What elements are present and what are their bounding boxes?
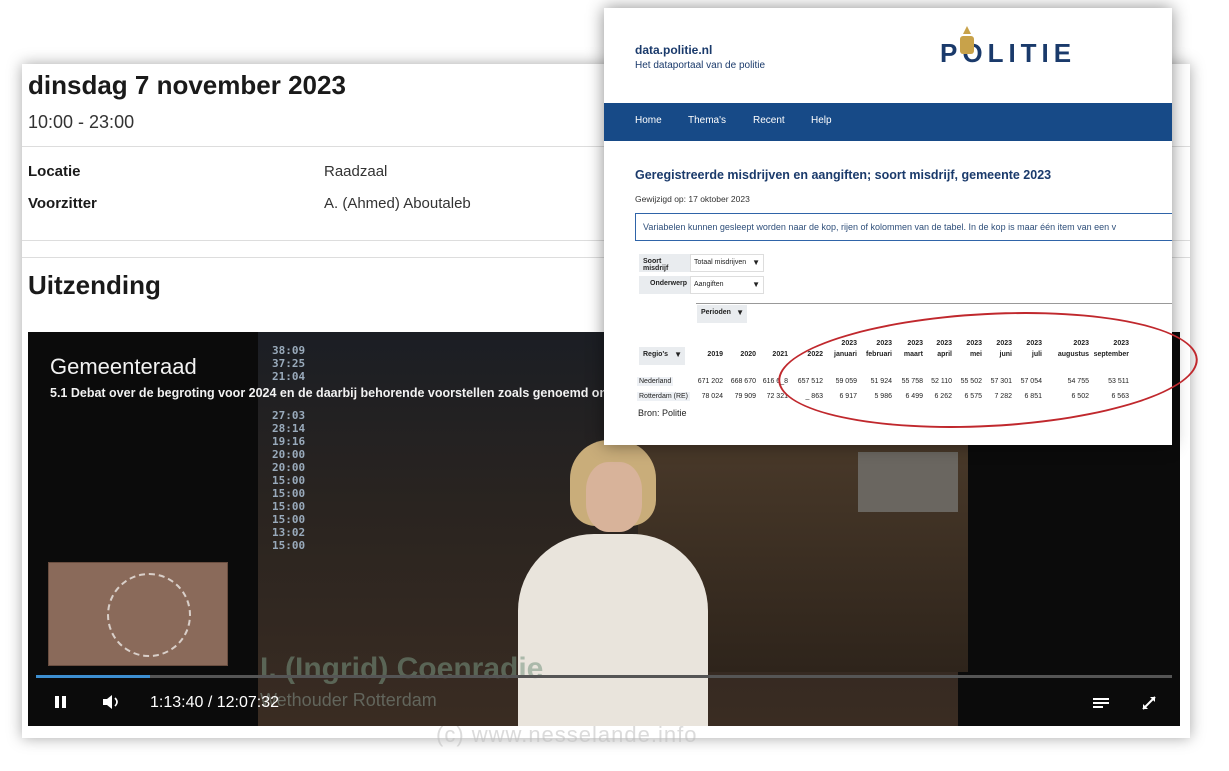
site-tagline: Het dataportaal van de politie	[635, 60, 766, 71]
nav-home[interactable]: Home	[635, 115, 662, 126]
periods-label: Perioden	[701, 309, 731, 316]
main-nav: Home Thema's Recent Help	[604, 103, 1172, 141]
video-controls: 1:13:40 / 12:07:32	[28, 684, 1180, 726]
speaking-time: 15:00	[272, 500, 306, 513]
nav-recent[interactable]: Recent	[753, 115, 785, 126]
speaking-time: 20:00	[272, 448, 306, 461]
volume-icon[interactable]	[102, 694, 122, 715]
crime-type-filter-value: Totaal misdrijven	[694, 259, 747, 266]
meeting-date: dinsdag 7 november 2023	[28, 70, 346, 100]
speaking-time: 27:03	[272, 409, 306, 422]
time-display: 1:13:40 / 12:07:32	[150, 694, 279, 711]
modified-date: Gewijzigd op: 17 oktober 2023	[635, 194, 750, 204]
regions-label: Regio's	[643, 351, 669, 358]
chapters-icon[interactable]	[1092, 696, 1110, 715]
filter-icon[interactable]: ▼	[752, 280, 760, 289]
speaking-time: 15:00	[272, 513, 306, 526]
pause-icon[interactable]	[54, 694, 68, 715]
speaking-time: 21:04	[272, 370, 306, 383]
fullscreen-icon[interactable]	[1141, 695, 1157, 716]
meeting-time: 10:00 - 23:00	[28, 112, 135, 132]
crime-type-filter-label: Soort misdrijf	[639, 254, 691, 272]
politie-emblem-icon	[960, 26, 974, 54]
watermark: (c) www.nesselande.info	[436, 722, 698, 747]
progress-bar[interactable]	[36, 675, 1172, 678]
video-subtitle: 5.1 Debat over de begroting voor 2024 en…	[50, 386, 678, 400]
speaking-time: 38:09	[272, 344, 306, 357]
broadcast-heading: Uitzending	[28, 270, 161, 300]
chair-value: A. (Ahmed) Aboutaleb	[324, 195, 471, 212]
speaking-time: 20:00	[272, 461, 306, 474]
row-label: Nederland	[637, 377, 674, 386]
speaking-time: 15:00	[272, 539, 306, 552]
subject-filter[interactable]: Aangiften ▼	[690, 276, 764, 294]
speaking-time: 15:00	[272, 474, 306, 487]
nav-help[interactable]: Help	[811, 115, 832, 126]
periods-filter[interactable]: Perioden ▼	[697, 305, 747, 323]
crime-type-filter[interactable]: Totaal misdrijven ▼	[690, 254, 764, 272]
info-text: Variabelen kunnen gesleept worden naar d…	[643, 222, 1117, 232]
speaking-time: 28:14	[272, 422, 306, 435]
location-label: Locatie	[28, 163, 81, 180]
filter-icon[interactable]: ▼	[752, 258, 760, 267]
speaking-time: 19:16	[272, 435, 306, 448]
video-background-screen	[858, 452, 958, 512]
location-value: Raadzaal	[324, 163, 388, 180]
filter-icon[interactable]: ▼	[736, 308, 744, 317]
speaking-time: 37:25	[272, 357, 306, 370]
progress-fill	[36, 675, 150, 678]
speaking-time: 15:00	[272, 487, 306, 500]
site-name[interactable]: data.politie.nl	[635, 43, 712, 57]
subject-filter-value: Aangiften	[694, 281, 724, 288]
source-note: Bron: Politie	[638, 408, 687, 418]
table-divider	[696, 303, 1172, 304]
clock-icon	[107, 573, 191, 657]
speaking-time: 13:02	[272, 526, 306, 539]
info-box: Variabelen kunnen gesleept worden naar d…	[635, 213, 1172, 241]
subject-filter-label: Onderwerp	[639, 276, 691, 294]
clock-inset	[48, 562, 228, 666]
dataset-title: Geregistreerde misdrijven en aangiften; …	[635, 168, 1052, 182]
chair-label: Voorzitter	[28, 195, 97, 212]
nav-themes[interactable]: Thema's	[688, 115, 726, 126]
table-cell: 72 321	[766, 393, 788, 400]
speaking-times-board: 38:09 37:25 21:04 27:03 28:14 19:16 20:00 20:0…	[272, 344, 305, 552]
video-title: Gemeenteraad	[50, 354, 197, 379]
speaker-name-caption: I. (Ingrid) Coenradie	[260, 652, 544, 685]
